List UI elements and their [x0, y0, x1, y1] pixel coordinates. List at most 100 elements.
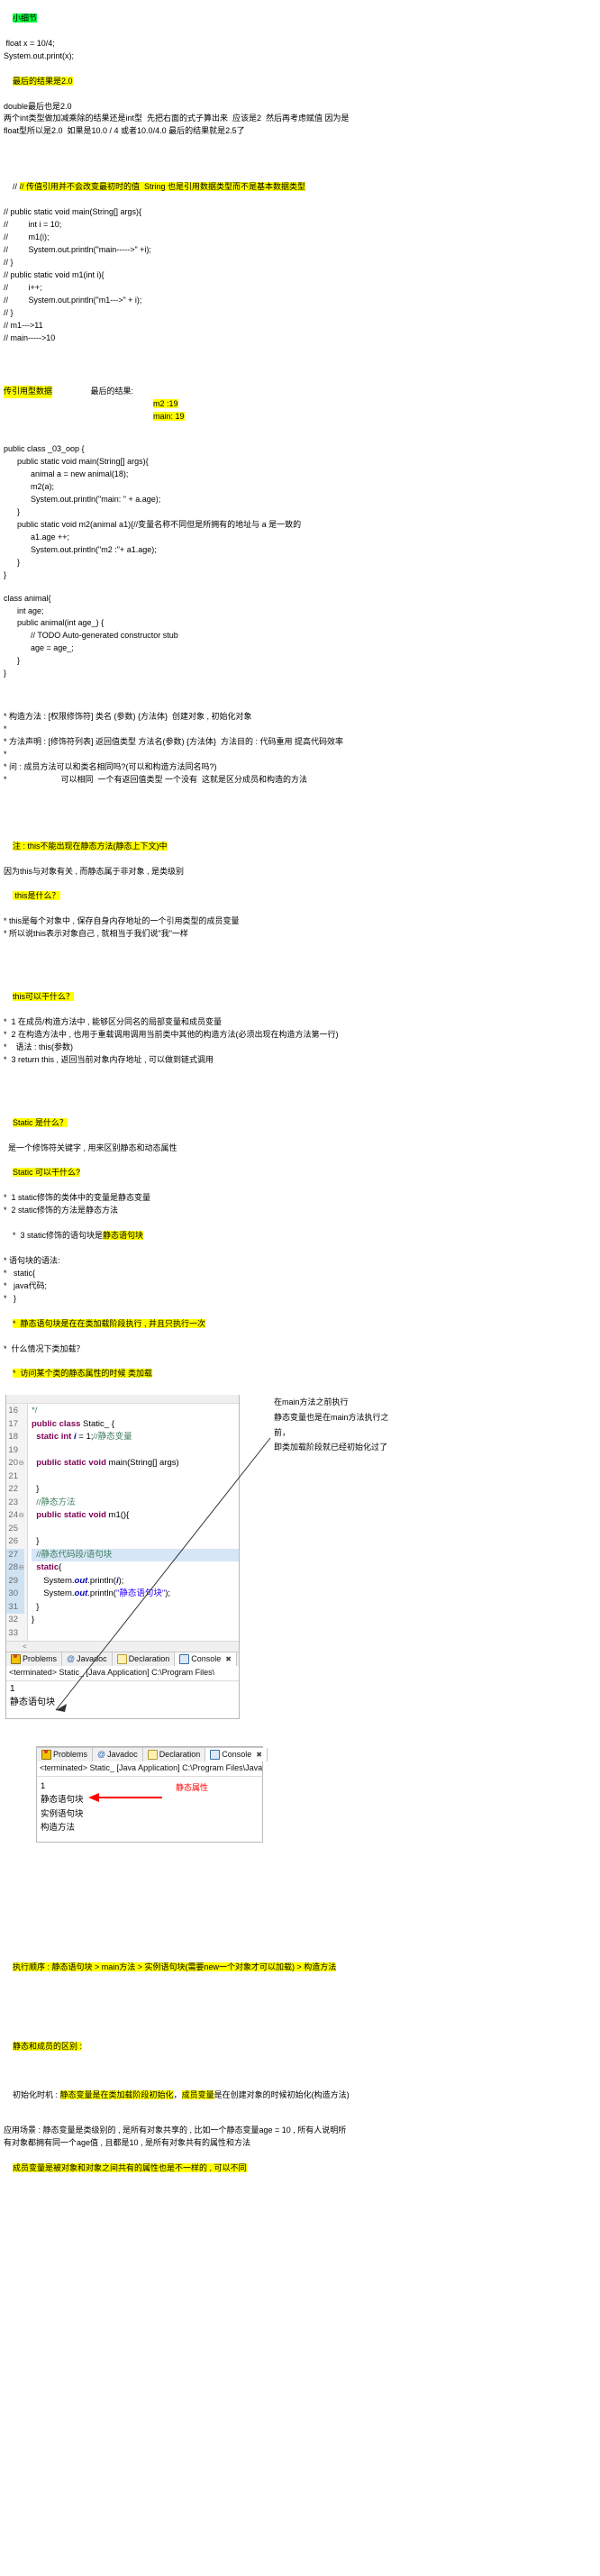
static-a1: 是一个修饰符关键字 , 用来区别静态和动态属性 [4, 1142, 177, 1152]
declaration-icon [116, 1654, 127, 1665]
tab-problems[interactable]: Problems [6, 1652, 63, 1667]
details-line-2: 最后的结果是2.0 [0, 63, 600, 101]
editor-code-line[interactable]: } [32, 1535, 239, 1549]
editor-code-line[interactable]: public class Static_ { [32, 1418, 239, 1432]
code-token: public static void [36, 1458, 109, 1469]
tab-javadoc[interactable]: @ Javadoc [93, 1748, 143, 1762]
editor-code-line[interactable]: System.out.println(i); [32, 1575, 239, 1588]
console-tab-bar[interactable]: Problems @ Javadoc Declaration Console ✖ [6, 1652, 239, 1667]
passvalue-code-2: // m1(i); [4, 232, 50, 241]
editor-code-line[interactable] [32, 1627, 239, 1641]
passvalue-comment-highlight: // 传值引用并不会改变最初时的值 String 也是引用数据类型而不是基本数据… [19, 182, 306, 192]
editor-horizontal-scrollbar[interactable]: < [6, 1641, 239, 1652]
static-a2-8: * 静态语句块是在在类加载阶段执行 , 并且只执行一次 [0, 1306, 600, 1343]
methods-line-3: * [4, 749, 7, 759]
code-token: System. [32, 1588, 75, 1599]
problems-icon [11, 1654, 21, 1665]
code-token: //静态代码段/语句块 [36, 1549, 113, 1560]
static-a2-3-pre: * 3 static修饰的语句块是 [13, 1231, 104, 1241]
code-token: } [32, 1615, 35, 1625]
this-a1-1: * 所以说this表示对象自己 , 就相当于我们说"我"一样 [4, 929, 188, 939]
editor-code-line[interactable]: //静态代码段/语句块 [32, 1548, 239, 1562]
console-output-line: 实例语句块 [41, 1808, 84, 1819]
details-line-0: float x = 10/4; [4, 38, 55, 48]
methods-line-0: * 构造方法 : [权限修饰符] 类名 (参数) {方法体} 创建对象 , 初始… [4, 712, 252, 722]
static-a2-5: * static{ [4, 1268, 36, 1278]
editor-code-line[interactable] [32, 1444, 239, 1458]
tab-declaration[interactable]: Declaration [113, 1652, 176, 1667]
editor-code-line[interactable] [32, 1523, 239, 1536]
editor-code-line[interactable]: static{ [32, 1561, 239, 1575]
code-token: out [74, 1575, 88, 1586]
passref-result-0: m2 :19 [0, 398, 600, 411]
console-output-line: 构造方法 [41, 1822, 76, 1833]
passvalue-code-8: // } [4, 307, 14, 317]
passref-label: 传引用型数据 [4, 386, 53, 399]
editor-code-line[interactable]: //静态方法 [32, 1497, 239, 1510]
editor-code-line[interactable] [32, 1470, 239, 1484]
tab-declaration[interactable]: Declaration [143, 1748, 206, 1762]
javadoc-icon: @ [97, 1750, 106, 1760]
passref-header-row: 传引用型数据 最后的结果: [0, 386, 600, 399]
editor-line-number: 29 [6, 1574, 24, 1588]
editor-code-line[interactable]: static int i = 1;//静态变量 [32, 1431, 239, 1444]
this-a2-1: * 2 在构造方法中 , 也用于重载调用调用当前类中其他的构造方法(必须出现在构… [4, 1029, 339, 1039]
console-tab-bar-2[interactable]: Problems @ Javadoc Declaration Console ✖ [37, 1747, 268, 1762]
passref-code-8: System.out.println("m2 :"+ a1.age); [4, 544, 157, 554]
close-icon[interactable]: ✖ [256, 1750, 262, 1761]
code-token: = 1; [76, 1432, 94, 1443]
static-q1: Static 是什么？ [0, 1105, 600, 1142]
diff-line-2b: 有对象都拥有同一个age值 , 且都是10 , 是所有对象共有的属性和方法 [4, 2138, 251, 2148]
code-token: static int [36, 1432, 74, 1443]
editor-code-line[interactable]: } [32, 1601, 239, 1615]
tab-console[interactable]: Console ✖ [205, 1748, 268, 1762]
editor-top-scrollbar[interactable] [6, 1395, 239, 1405]
editor-code-line[interactable]: public static void main(String[] args) [32, 1457, 239, 1470]
editor-line-number: 20⊖ [8, 1458, 24, 1469]
tab-console[interactable]: Console ✖ [175, 1652, 237, 1667]
passvalue-code-9: // m1--->11 [4, 320, 43, 330]
execution-order-text: 执行顺序 : 静态语句块 > main方法 > 实例语句块(需要new一个对象才… [13, 1962, 337, 1971]
editor-code-lines[interactable]: */ public class Static_ { static int i = … [28, 1404, 239, 1641]
editor-code-line[interactable]: } [32, 1614, 239, 1627]
code-token: //静态变量 [93, 1432, 132, 1443]
code-token: .println( [87, 1588, 116, 1599]
animal-code-6: } [4, 669, 7, 678]
tab-label: Problems [53, 1749, 88, 1759]
eclipse-editor[interactable]: 16 17 18 19 20⊖ 21 22 23 24⊖ 25 26 27 28⊖ 29 30 31 32 33 … [5, 1395, 240, 1720]
editor-code-line[interactable]: } [32, 1483, 239, 1497]
eclipse-screenshot-region: 16 17 18 19 20⊖ 21 22 23 24⊖ 25 26 27 28⊖ 29 30 31 32 33 … [0, 1395, 600, 1720]
diff-line1-post: 是在创建对象的时候初始化(构造方法) [214, 2089, 350, 2099]
annotation-line-0: 在main方法之前执行 [274, 1397, 349, 1407]
passvalue-code-6: // i++; [4, 282, 42, 292]
close-icon[interactable]: ✖ [225, 1654, 232, 1665]
editor-line-number: 23 [8, 1497, 18, 1507]
tab-javadoc[interactable]: @ Javadoc [62, 1652, 113, 1667]
editor-line-number: 21 [8, 1470, 18, 1481]
code-token: */ [32, 1406, 38, 1416]
console-icon [210, 1750, 221, 1761]
tab-problems[interactable]: Problems [37, 1748, 94, 1762]
annotation-line-2: 前， [274, 1427, 291, 1437]
eclipse-console-second[interactable]: Problems @ Javadoc Declaration Console ✖ <ter… [36, 1746, 268, 1843]
methods-line-4: * 问 : 成员方法可以和类名相同吗?(可以和构造方法同名吗?) [4, 761, 217, 771]
passref-code-7: a1.age ++; [4, 532, 70, 542]
passvalue-code-1: // int i = 10; [4, 220, 62, 230]
static-a2-2: * 2 static修饰的方法是静态方法 [4, 1206, 119, 1215]
editor-code-line[interactable]: public static void m1(){ [32, 1509, 239, 1523]
diff-line-3: 成员变量是被对象和对象之间共有的属性也是不一样的 , 可以不同 [0, 2150, 600, 2188]
static-a2-1: * 1 static修饰的类体中的变量是静态变量 [4, 1193, 151, 1203]
editor-code-line[interactable]: System.out.println("静态语句块"); [32, 1588, 239, 1601]
console-terminated-line: <terminated> Static_ [Java Application] … [6, 1666, 239, 1682]
passref-result-main: main: 19 [153, 412, 185, 422]
diff-line-2: 应用场景 : 静态变量是类级别的 , 是所有对象共享的 , 比如一个静态变量ag… [4, 2125, 347, 2135]
editor-code-line[interactable]: */ [32, 1405, 239, 1418]
editor-code-area[interactable]: 16 17 18 19 20⊖ 21 22 23 24⊖ 25 26 27 28⊖ 29 30 31 32 33 … [6, 1404, 239, 1642]
animal-code-5: } [4, 656, 21, 666]
methods-line-5: * 可以相同 一个有返回值类型 一个没有 这就是区分成员和构造的方法 [4, 774, 308, 784]
diff-line-1: 初始化时机 : 静态变量是在类加载阶段初始化，成员变量是在创建对象的时候初始化(… [0, 2077, 600, 2115]
diff-title: 静态和成员的区别 : [0, 2028, 600, 2066]
passref-code-0: public class _03_oop { [4, 444, 85, 454]
editor-line-number: 33 [8, 1627, 18, 1638]
passvalue-code-5: // public static void m1(int i){ [4, 269, 105, 279]
